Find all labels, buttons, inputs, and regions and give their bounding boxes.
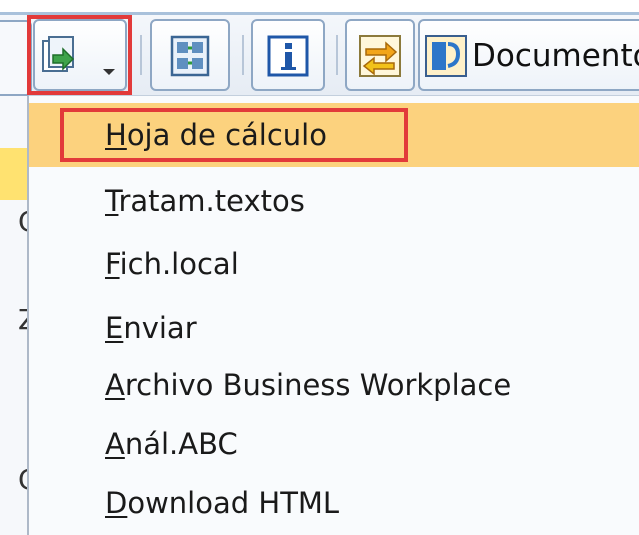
application-toolbar: Documento xyxy=(0,15,639,96)
menu-item-download-html[interactable]: Download HTML xyxy=(29,471,639,535)
menu-item-label: ich.local xyxy=(119,247,239,281)
menu-item-label: nviar xyxy=(123,311,197,345)
layout-icon xyxy=(168,34,212,78)
toolbar-separator xyxy=(140,35,142,75)
mnemonic-letter: A xyxy=(105,368,125,402)
information-button[interactable] xyxy=(251,19,325,91)
export-button-highlight xyxy=(27,15,132,95)
menu-item-business-workplace[interactable]: Archivo Business Workplace xyxy=(29,353,639,417)
transfer-button[interactable] xyxy=(345,19,415,91)
menu-item-label: nál.ABC xyxy=(124,427,238,461)
menu-item-abc-analysis[interactable]: Anál.ABC xyxy=(29,412,639,476)
mnemonic-letter: D xyxy=(105,486,128,520)
menu-item-send[interactable]: Enviar xyxy=(29,296,639,360)
transfer-icon xyxy=(358,34,404,78)
background-selected-row xyxy=(0,148,27,200)
info-icon xyxy=(266,34,310,78)
change-layout-button[interactable] xyxy=(150,19,230,91)
window-top-strip xyxy=(0,0,639,15)
menu-item-local-file[interactable]: Fich.local xyxy=(29,232,639,296)
mnemonic-letter: E xyxy=(105,311,124,345)
mnemonic-letter: T xyxy=(105,184,119,218)
spreadsheet-highlight xyxy=(60,108,408,162)
mnemonic-letter: A xyxy=(105,427,125,461)
documento-button-label: Documento xyxy=(472,38,639,74)
menu-item-spreadsheet[interactable]: Hoja de cálculo xyxy=(29,103,639,167)
menu-item-label: rchivo Business Workplace xyxy=(124,368,512,402)
document-icon xyxy=(424,34,468,78)
mnemonic-letter: F xyxy=(105,247,120,281)
menu-item-label: ratam.textos xyxy=(118,184,305,218)
toolbar-separator xyxy=(242,35,244,75)
menu-item-label: ownload HTML xyxy=(127,486,340,520)
menu-item-word-processing[interactable]: Tratam.textos xyxy=(29,169,639,233)
toolbar-separator xyxy=(336,35,338,75)
export-dropdown-menu: Hoja de cálculo Tratam.textos Fich.local… xyxy=(27,96,639,535)
